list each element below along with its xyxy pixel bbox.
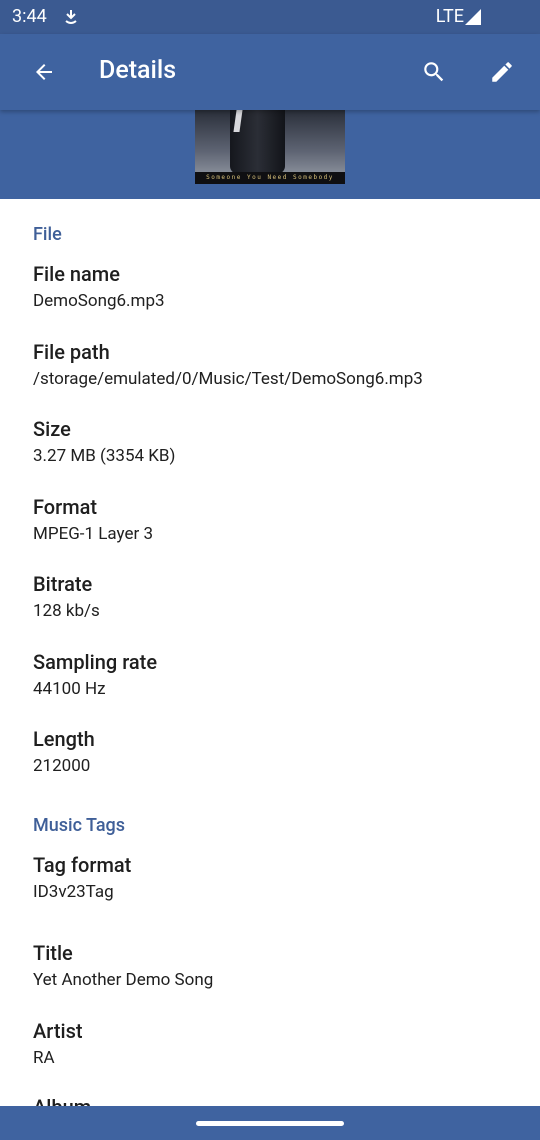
status-bar: 3:44 LTE [0,0,540,34]
file-path-label: File path [33,340,110,364]
album-art: Someone You Need Somebody [195,110,345,184]
artist-value: RA [33,1048,55,1068]
file-name-value: DemoSong6.mp3 [33,291,165,311]
signal-icon [465,9,481,25]
title-label: Title [33,941,73,965]
format-value: MPEG-1 Layer 3 [33,524,154,544]
app-bar: Details [0,34,540,110]
section-header-file: File [33,224,62,245]
sampling-rate-value: 44100 Hz [33,679,106,699]
album-art-header: Someone You Need Somebody [0,110,540,199]
search-icon [424,62,444,82]
network-type: LTE [435,6,464,27]
arrow-back-icon [36,64,52,80]
page-title: Details [99,56,177,85]
home-indicator[interactable] [196,1121,344,1126]
pencil-icon [492,62,512,82]
sampling-rate-label: Sampling rate [33,650,158,674]
tag-format-value: ID3v23Tag [33,882,114,902]
bitrate-label: Bitrate [33,572,93,596]
title-value: Yet Another Demo Song [33,970,214,990]
artist-label: Artist [33,1019,83,1043]
tag-format-label: Tag format [33,853,132,877]
bitrate-value: 128 kb/s [33,601,100,621]
navigation-bar [0,1106,540,1140]
status-time: 3:44 [12,6,47,27]
size-label: Size [33,417,71,441]
search-button[interactable] [412,50,456,94]
length-value: 212000 [33,756,91,776]
back-button[interactable] [22,50,66,94]
size-value: 3.27 MB (3354 KB) [33,446,176,466]
section-header-music-tags: Music Tags [33,815,126,836]
edit-button[interactable] [480,50,524,94]
length-label: Length [33,727,95,751]
file-name-label: File name [33,262,120,286]
file-path-value: /storage/emulated/0/Music/Test/DemoSong6… [33,369,423,389]
album-art-caption: Someone You Need Somebody [195,172,345,184]
notification-app-icon [65,10,77,24]
format-label: Format [33,495,98,519]
